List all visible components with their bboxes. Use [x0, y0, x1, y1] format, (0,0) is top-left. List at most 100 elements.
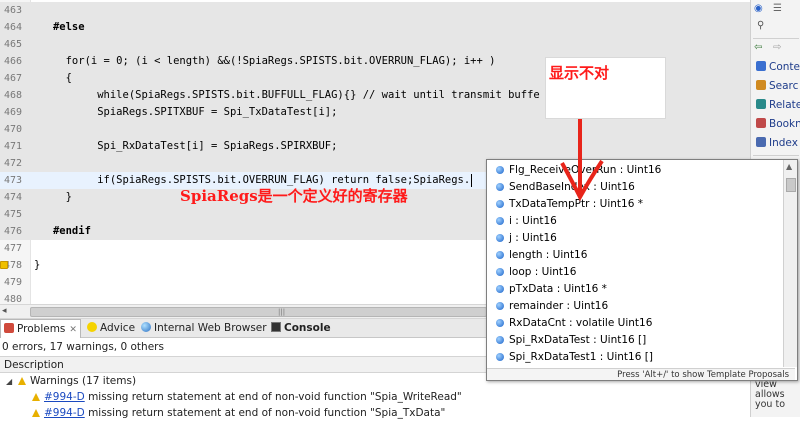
tab-label: Problems [17, 323, 66, 335]
help-link-item[interactable]: Conte [756, 58, 800, 76]
proposal-item[interactable]: j : Uint16 [487, 230, 783, 247]
field-icon [496, 251, 504, 259]
help-topic-icon [756, 118, 766, 128]
help-link-label: Conte [769, 61, 800, 73]
tab-console[interactable]: Console [268, 319, 334, 337]
annotation-register-note: SpiaRegs是一个定义好的寄存器 [180, 187, 408, 205]
line-number: 475 [4, 209, 23, 220]
content-assist-popup[interactable]: Flg_ReceiveOverRun : Uint16 SendBaseIndex… [486, 159, 798, 381]
proposal-label: remainder : Uint16 [509, 300, 609, 312]
proposal-list[interactable]: Flg_ReceiveOverRun : Uint16 SendBaseIndex… [487, 160, 783, 367]
help-book-icon[interactable]: ◉ [754, 3, 763, 14]
warning-marker-icon[interactable] [0, 261, 8, 269]
warning-icon [32, 393, 40, 401]
scroll-left-icon[interactable]: ◂ [2, 306, 7, 316]
lightbulb-icon [87, 322, 97, 332]
proposal-label: i : Uint16 [509, 215, 557, 227]
annotation-top-note: 显示不对 [549, 64, 610, 82]
line-number: 467 [4, 73, 23, 84]
back-arrow-icon[interactable]: ⇦ [754, 42, 762, 53]
tab-label: Console [284, 322, 331, 334]
warnings-group-label: Warnings (17 items) [30, 375, 137, 387]
line-number: 470 [4, 124, 23, 135]
code-line[interactable]: 465 [0, 36, 750, 53]
help-link-item[interactable]: Relate [756, 96, 800, 114]
scrollbar-grip-icon: ||| [278, 308, 286, 316]
expand-arrow-icon[interactable]: ◢ [6, 374, 18, 389]
proposal-item[interactable]: Spi_RxDataTest1 : Uint16 [] [487, 349, 783, 366]
scrollbar-thumb[interactable] [30, 307, 487, 317]
proposal-item[interactable]: length : Uint16 [487, 247, 783, 264]
warning-icon [18, 377, 26, 385]
view-menu-icon[interactable]: ☰ [773, 3, 782, 14]
help-link-item[interactable]: Bookn [756, 115, 800, 133]
proposal-item[interactable]: loop : Uint16 [487, 264, 783, 281]
help-topic-icon [756, 99, 766, 109]
proposal-label: RxDataCnt : volatile Uint16 [509, 317, 653, 329]
line-number: 473 [4, 175, 23, 186]
help-link-label: Index [769, 137, 798, 149]
help-link-label: Relate [769, 99, 800, 111]
search-scope-icon[interactable]: ⚲ [757, 20, 764, 31]
template-proposals-hint: Press 'Alt+/' to show Template Proposals [487, 368, 795, 380]
line-number: 471 [4, 141, 23, 152]
proposal-item[interactable]: Spi_RxDataTest : Uint16 [] [487, 332, 783, 349]
field-icon [496, 217, 504, 225]
proposal-item[interactable]: i : Uint16 [487, 213, 783, 230]
code-line[interactable]: 463 [0, 2, 750, 19]
warning-id-link[interactable]: #994-D [44, 407, 85, 419]
line-number: 464 [4, 22, 23, 33]
proposal-scrollbar[interactable]: ▲ [783, 160, 797, 367]
code-text: #else [34, 21, 85, 33]
line-number: 466 [4, 56, 23, 67]
proposal-label: Spi_RxDataTest1 : Uint16 [] [509, 351, 653, 363]
panel-divider [753, 38, 799, 39]
tab-advice[interactable]: Advice [84, 319, 138, 337]
help-topic-icon [756, 137, 766, 147]
proposal-label: loop : Uint16 [509, 266, 577, 278]
proposal-item[interactable]: Flg_ReceiveOverRun : Uint16 [487, 162, 783, 179]
code-line[interactable]: 464 #else [0, 19, 750, 36]
scroll-up-icon[interactable]: ▲ [786, 162, 792, 171]
code-text: } [34, 259, 41, 271]
code-text: #endif [34, 225, 91, 237]
proposal-item[interactable]: pTxData : Uint16 * [487, 281, 783, 298]
help-link-label: Searc [769, 80, 799, 92]
field-icon [496, 302, 504, 310]
tab-internal-web-browser[interactable]: Internal Web Browser [138, 319, 270, 337]
line-number: 465 [4, 39, 23, 50]
panel-divider [753, 155, 799, 156]
globe-icon [141, 322, 151, 332]
help-link-item[interactable]: Searc [756, 77, 800, 95]
warning-row[interactable]: #994-D missing return statement at end o… [0, 406, 750, 421]
scrollbar-thumb[interactable] [786, 178, 796, 192]
proposal-label: pTxData : Uint16 * [509, 283, 607, 295]
tab-problems[interactable]: Problems ✕ [0, 319, 81, 338]
line-number: 463 [4, 5, 23, 16]
warning-text: missing return statement at end of non-v… [88, 391, 462, 403]
line-number: 480 [4, 294, 23, 304]
text-caret [471, 174, 472, 187]
forward-arrow-icon[interactable]: ⇨ [773, 42, 781, 53]
field-icon [496, 336, 504, 344]
warning-row[interactable]: #994-D missing return statement at end o… [0, 390, 750, 405]
code-line[interactable]: 471 Spi_RxDataTest[i] = SpiaRegs.SPIRXBU… [0, 138, 750, 155]
warning-id-link[interactable]: #994-D [44, 391, 85, 403]
line-number: 476 [4, 226, 23, 237]
field-icon [496, 234, 504, 242]
proposal-label: j : Uint16 [509, 232, 557, 244]
warning-text: missing return statement at end of non-v… [88, 407, 446, 419]
help-link-item[interactable]: Index [756, 134, 800, 152]
proposal-item[interactable]: RxDataCnt : volatile Uint16 [487, 315, 783, 332]
proposal-item[interactable]: remainder : Uint16 [487, 298, 783, 315]
line-number: 474 [4, 192, 23, 203]
code-line[interactable]: 470 [0, 121, 750, 138]
console-icon [271, 322, 281, 332]
code-text: { [34, 72, 72, 84]
line-number: 477 [4, 243, 23, 254]
warning-icon [32, 409, 40, 417]
field-icon [496, 285, 504, 293]
proposal-item[interactable]: SendBaseIndex : Uint16 [487, 179, 783, 196]
close-icon[interactable]: ✕ [69, 325, 77, 335]
proposal-item[interactable]: TxDataTempPtr : Uint16 * [487, 196, 783, 213]
